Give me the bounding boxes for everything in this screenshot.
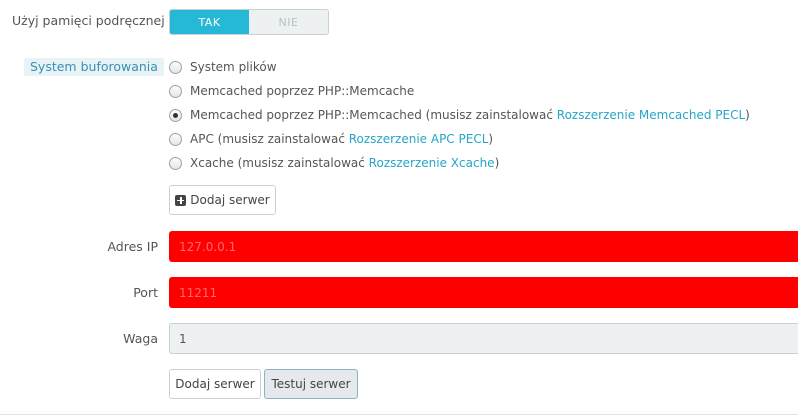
add-server-label: Dodaj serwer xyxy=(190,193,270,207)
radio-option-xcache[interactable]: Xcache (musisz zainstalować Rozszerzenie… xyxy=(169,156,499,170)
radio-button[interactable] xyxy=(169,84,182,98)
radio-option-filesystem[interactable]: System plików xyxy=(169,60,277,74)
radio-button-checked[interactable] xyxy=(169,108,182,122)
use-cache-toggle[interactable]: TAK NIE xyxy=(169,9,329,35)
radio-option-suffix: ) xyxy=(745,108,750,122)
radio-option-memcached[interactable]: Memcached poprzez PHP::Memcached (musisz… xyxy=(169,108,750,122)
radio-button[interactable] xyxy=(169,156,182,170)
radio-option-label: Memcached poprzez PHP::Memcache xyxy=(190,84,415,98)
add-server-toggle-button[interactable]: Dodaj serwer xyxy=(169,185,276,215)
weight-label: Waga xyxy=(123,331,158,346)
radio-option-apc[interactable]: APC (musisz zainstalować Rozszerzenie AP… xyxy=(169,132,493,146)
radio-option-suffix: ) xyxy=(488,132,494,146)
toggle-no[interactable]: NIE xyxy=(249,10,328,34)
caching-system-label: System buforowania xyxy=(24,58,164,76)
add-server-button[interactable]: Dodaj serwer xyxy=(169,369,261,399)
radio-button[interactable] xyxy=(169,60,182,74)
ip-label: Adres IP xyxy=(107,239,158,254)
weight-input[interactable] xyxy=(169,323,798,354)
radio-button[interactable] xyxy=(169,132,182,146)
radio-option-suffix: ) xyxy=(494,156,500,170)
radio-option-label: System plików xyxy=(190,60,277,74)
radio-option-label: Xcache (musisz zainstalować xyxy=(190,156,369,170)
use-cache-label: Użyj pamięci podręcznej xyxy=(12,13,165,28)
port-label: Port xyxy=(133,285,158,300)
memcached-pecl-link[interactable]: Rozszerzenie Memcached PECL xyxy=(557,108,745,122)
ip-address-input[interactable] xyxy=(169,231,798,262)
divider xyxy=(0,414,798,415)
test-server-button[interactable]: Testuj serwer xyxy=(264,369,358,399)
radio-option-memcache[interactable]: Memcached poprzez PHP::Memcache xyxy=(169,84,414,98)
radio-option-label: Memcached poprzez PHP::Memcached (musisz… xyxy=(190,108,557,122)
xcache-link[interactable]: Rozszerzenie Xcache xyxy=(369,156,495,170)
plus-square-icon xyxy=(175,194,187,206)
port-input[interactable] xyxy=(169,277,798,308)
toggle-yes[interactable]: TAK xyxy=(170,10,249,34)
radio-option-label: APC (musisz zainstalować xyxy=(190,132,349,146)
apc-pecl-link[interactable]: Rozszerzenie APC PECL xyxy=(349,132,489,146)
